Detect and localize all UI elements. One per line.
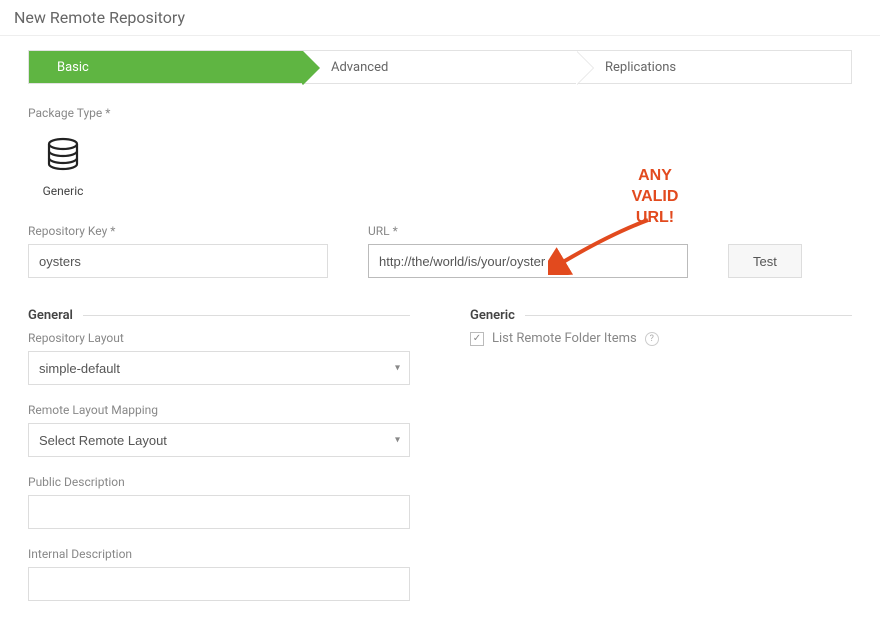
public-description-input[interactable] — [28, 495, 410, 529]
url-input[interactable] — [368, 244, 688, 278]
section-general-title: General — [28, 308, 83, 323]
repository-layout-label: Repository Layout — [28, 331, 410, 345]
list-remote-checkbox[interactable]: ✓ — [470, 332, 484, 346]
annotation-line2: VALID — [620, 187, 690, 208]
divider — [83, 315, 410, 316]
annotation-text: ANY VALID URL! — [620, 166, 690, 228]
repository-key-label: Repository Key * — [28, 224, 328, 238]
remote-layout-label: Remote Layout Mapping — [28, 403, 410, 417]
step-label: Basic — [57, 60, 89, 75]
page-title: New Remote Repository — [0, 0, 880, 36]
annotation-line1: ANY — [620, 166, 690, 187]
test-button[interactable]: Test — [728, 244, 802, 278]
package-type-generic[interactable]: Generic — [28, 136, 98, 198]
internal-description-input[interactable] — [28, 567, 410, 601]
divider — [525, 315, 852, 316]
step-label: Advanced — [331, 60, 388, 75]
step-basic[interactable]: Basic — [29, 51, 303, 83]
list-remote-label: List Remote Folder Items — [492, 331, 637, 346]
remote-layout-select[interactable] — [28, 423, 410, 457]
step-advanced[interactable]: Advanced — [303, 51, 577, 83]
repository-key-input[interactable] — [28, 244, 328, 278]
section-generic-title: Generic — [470, 308, 525, 323]
database-icon — [43, 136, 83, 176]
step-label: Replications — [605, 60, 676, 75]
repository-layout-select[interactable] — [28, 351, 410, 385]
package-type-label: Package Type * — [28, 106, 852, 120]
help-icon[interactable]: ? — [645, 332, 659, 346]
public-description-label: Public Description — [28, 475, 410, 489]
package-type-caption: Generic — [43, 184, 84, 198]
step-replications[interactable]: Replications — [577, 51, 851, 83]
annotation-line3: URL! — [620, 208, 690, 229]
internal-description-label: Internal Description — [28, 547, 410, 561]
wizard-stepper: Basic Advanced Replications — [28, 50, 852, 84]
